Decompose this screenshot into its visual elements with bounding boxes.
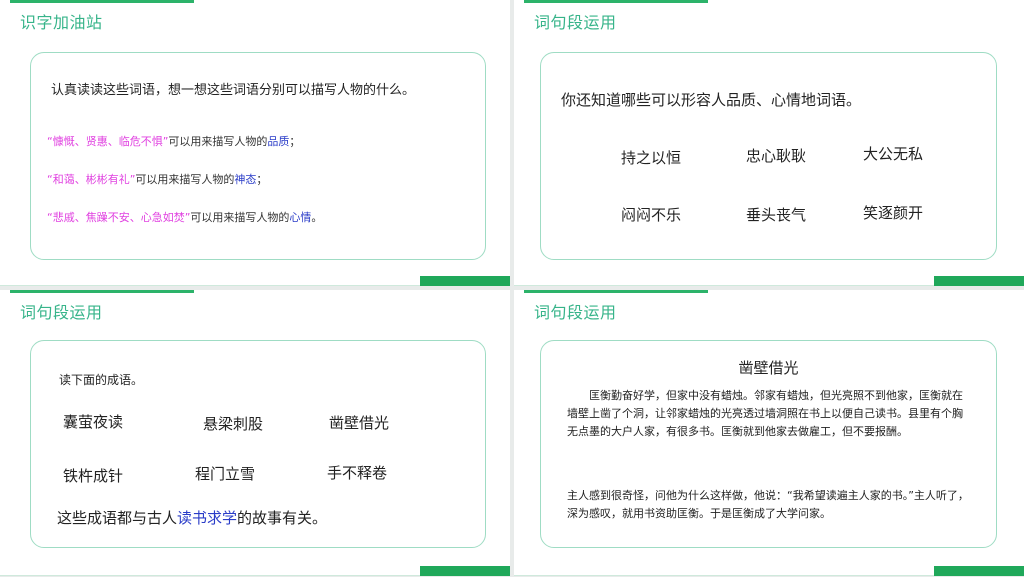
top-accent-bar [10, 0, 194, 3]
bottom-line [514, 285, 934, 286]
content-card: 你还知道哪些可以形容人品质、心情地词语。 持之以恒 忠心耿耿 大公无私 闷闷不乐… [540, 52, 997, 260]
slide-word-usage-3: 词句段运用 凿壁借光 匡衡勤奋好学，但家中没有蜡烛。邻家有蜡烛，但光亮照不到他家… [514, 290, 1024, 576]
instruction-text: 认真读读这些词语，想一想这些词语分别可以描写人物的什么。 [51, 83, 416, 98]
idiom-item: 囊萤夜读 [63, 413, 124, 431]
bottom-accent-bar [934, 566, 1024, 576]
story-paragraph: 主人感到很奇怪，问他为什么这样做，他说：“我希望读遍主人家的书。”主人听了，深为… [567, 489, 969, 520]
story-paragraph: 匡衡勤奋好学，但家中没有蜡烛。邻家有蜡烛，但光亮照不到他家，匡衡就在墙壁上凿了个… [567, 389, 963, 438]
bottom-line [514, 575, 934, 576]
word-group-mood: “悲戚、焦躁不安、心急如焚”可以用来描写人物的心情。 [47, 211, 323, 224]
slide-word-usage-2: 词句段运用 读下面的成语。 囊萤夜读 悬梁刺股 凿壁借光 铁杵成针 程门立雪 手… [0, 290, 510, 576]
idiom-item: 凿壁借光 [329, 414, 390, 432]
instruction-text: 读下面的成语。 [59, 373, 144, 387]
word-item: 持之以恒 [621, 149, 682, 167]
bottom-accent-bar [934, 276, 1024, 286]
idiom-item: 手不释卷 [327, 464, 388, 482]
content-card: 凿壁借光 匡衡勤奋好学，但家中没有蜡烛。邻家有蜡烛，但光亮照不到他家，匡衡就在墙… [540, 340, 997, 548]
word-item: 忠心耿耿 [746, 147, 807, 165]
bottom-line [0, 575, 420, 576]
word-group-expression: “和蔼、彬彬有礼”可以用来描写人物的神态； [47, 173, 268, 186]
story-title: 凿壁借光 [738, 359, 799, 377]
slide-title: 词句段运用 [534, 303, 617, 322]
slide-literacy: 识字加油站 认真读读这些词语，想一想这些词语分别可以描写人物的什么。 “慷慨、贤… [0, 0, 510, 286]
top-accent-bar [10, 290, 194, 293]
content-card: 读下面的成语。 囊萤夜读 悬梁刺股 凿壁借光 铁杵成针 程门立雪 手不释卷 这些… [30, 340, 486, 548]
bottom-accent-bar [420, 566, 510, 576]
content-card: 认真读读这些词语，想一想这些词语分别可以描写人物的什么。 “慷慨、贤惠、临危不惧… [30, 52, 486, 260]
idiom-item: 悬梁刺股 [203, 415, 264, 433]
slide-title: 词句段运用 [20, 303, 103, 322]
slide-title: 识字加油站 [20, 13, 103, 32]
slide-title: 词句段运用 [534, 13, 617, 32]
top-accent-bar [524, 0, 708, 3]
idiom-item: 铁杵成针 [63, 467, 124, 485]
word-item: 笑逐颜开 [863, 204, 924, 222]
bottom-accent-bar [420, 276, 510, 286]
word-group-quality: “慷慨、贤惠、临危不惧”可以用来描写人物的品质； [47, 135, 301, 148]
question-text: 你还知道哪些可以形容人品质、心情地词语。 [561, 91, 862, 109]
word-item: 垂头丧气 [746, 206, 807, 224]
idiom-item: 程门立雪 [195, 465, 256, 483]
top-accent-bar [524, 290, 708, 293]
bottom-line [0, 285, 420, 286]
conclusion-text: 这些成语都与古人读书求学的故事有关。 [57, 509, 328, 527]
word-item: 闷闷不乐 [621, 206, 682, 224]
slide-word-usage-1: 词句段运用 你还知道哪些可以形容人品质、心情地词语。 持之以恒 忠心耿耿 大公无… [514, 0, 1024, 286]
word-item: 大公无私 [863, 145, 924, 163]
